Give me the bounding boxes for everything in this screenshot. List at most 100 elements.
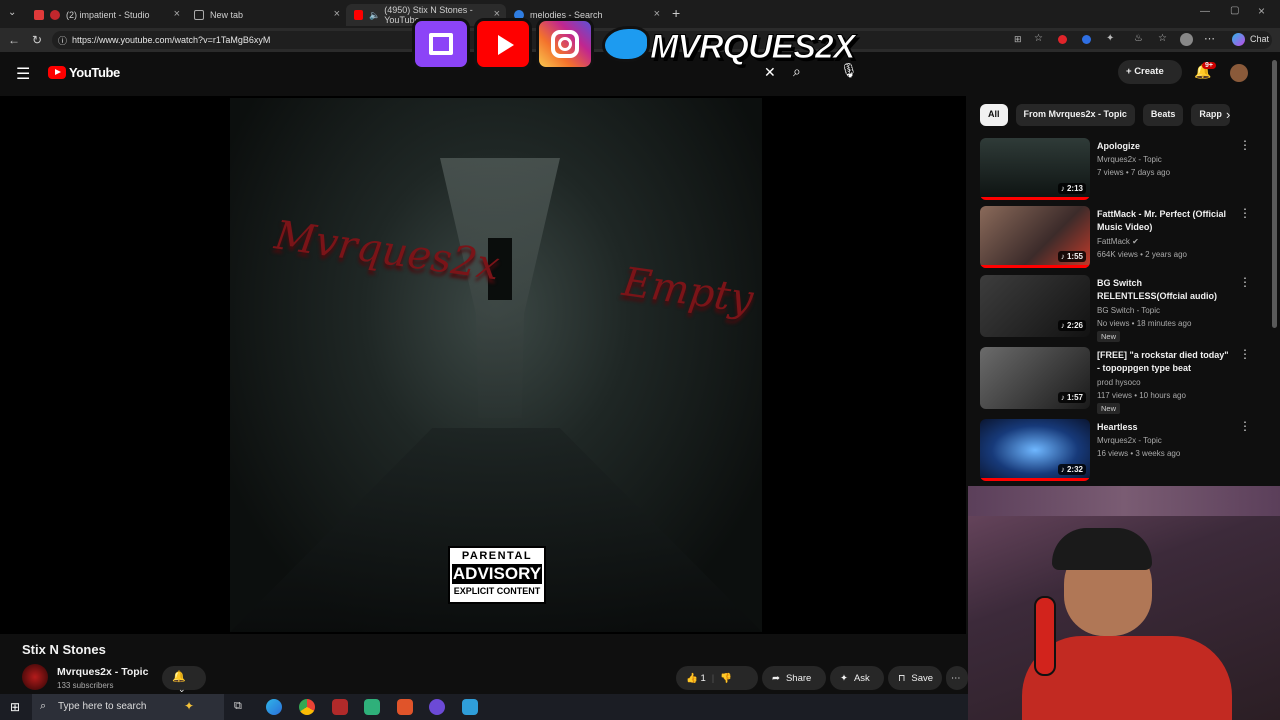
plus-icon: + <box>1126 66 1135 77</box>
list-item[interactable]: ♪ 1:55 FattMack - Mr. Perfect (Official … <box>980 206 1270 270</box>
video-thumbnail[interactable]: ♪ 1:55 <box>980 206 1090 268</box>
app-orange-icon[interactable] <box>397 699 413 715</box>
windows-taskbar: ⊞ ⌕ Type here to search ✦ ⧉ <box>0 694 968 720</box>
menu-hamburger-icon[interactable]: ☰ <box>16 64 30 84</box>
share-button[interactable]: ➦ Share <box>762 666 826 690</box>
chrome-icon[interactable] <box>299 699 315 715</box>
copilot-icon[interactable] <box>1232 33 1245 46</box>
channel-name[interactable]: FattMack ✔ <box>1097 235 1139 248</box>
microphone <box>1034 596 1056 676</box>
record-icon <box>50 10 60 20</box>
save-button[interactable]: ⊓ Save <box>888 666 942 690</box>
edge-icon[interactable] <box>266 699 282 715</box>
watched-progress-bar <box>980 478 1090 481</box>
channel-name[interactable]: Mvrques2x - Topic <box>1097 153 1162 166</box>
video-title[interactable]: Apologize <box>1097 140 1233 153</box>
collections-icon[interactable]: ☆ <box>1158 33 1167 44</box>
thumbs-up-icon: 👍 <box>686 672 698 684</box>
channel-name[interactable]: Mvrques2x - Topic <box>1097 434 1162 447</box>
app-red-icon[interactable] <box>332 699 348 715</box>
page-scrollbar[interactable] <box>1272 60 1277 328</box>
channel-name[interactable]: prod hysoco <box>1097 376 1141 389</box>
wall-posters <box>968 486 1280 516</box>
video-title[interactable]: FattMack - Mr. Perfect (Official Music V… <box>1097 208 1233 234</box>
chip-rapp[interactable]: Rapp <box>1191 104 1230 126</box>
channel-name[interactable]: Mvrques2x - Topic <box>57 666 148 678</box>
app-available-icon[interactable]: ⊞ <box>1014 34 1022 45</box>
more-horizontal-icon: ⋯ <box>951 672 961 684</box>
video-stats: 16 views • 3 weeks ago <box>1097 449 1181 458</box>
divider: | <box>711 672 715 684</box>
album-cover-art: Mvrques2x Empty PARENTAL ADVISORY EXPLIC… <box>230 98 762 632</box>
tab-list-chevron-icon[interactable]: ⌄ <box>8 7 16 18</box>
video-thumbnail[interactable]: ♪ 1:57 <box>980 347 1090 409</box>
bookmark-icon: ⊓ <box>898 672 906 684</box>
chevron-down-icon: ⌄ <box>178 684 186 694</box>
performance-icon[interactable]: ♨ <box>1134 33 1143 44</box>
list-item[interactable]: ♪ 1:57 [FREE] "a rockstar died today" - … <box>980 347 1270 414</box>
windows-start-icon[interactable]: ⊞ <box>10 700 20 714</box>
like-count: 1 <box>700 672 706 684</box>
reload-icon[interactable]: ↻ <box>32 33 42 47</box>
profile-avatar[interactable] <box>1180 33 1193 46</box>
channel-name[interactable]: BG Switch - Topic <box>1097 304 1160 317</box>
app-blue-icon[interactable] <box>462 699 478 715</box>
chip-all[interactable]: All <box>980 104 1008 126</box>
video-title[interactable]: [FREE] "a rockstar died today" - topoppg… <box>1097 349 1233 375</box>
create-button[interactable]: + Create <box>1118 60 1182 84</box>
video-stats: 664K views • 2 years ago <box>1097 250 1187 259</box>
more-vertical-icon[interactable]: ⋮ <box>1239 347 1251 361</box>
like-dislike-group: 👍 1 | 👎 <box>676 666 758 690</box>
video-title[interactable]: BG Switch RELENTLESS(Offcial audio) <box>1097 277 1233 303</box>
tab-new-tab[interactable]: New tab × <box>186 4 346 26</box>
close-tab-icon[interactable]: × <box>334 8 340 20</box>
speaker-icon[interactable]: 🔈 <box>369 10 380 21</box>
maximize-icon[interactable]: ▢ <box>1230 5 1239 16</box>
video-title[interactable]: Heartless <box>1097 421 1233 434</box>
twitch-icon <box>412 18 470 70</box>
list-item[interactable]: ♪ 2:32 Heartless Mvrques2x - Topic 16 vi… <box>980 419 1270 483</box>
list-item[interactable]: ♪ 2:13 Apologize Mvrques2x - Topic 7 vie… <box>980 138 1270 202</box>
video-thumbnail[interactable]: ♪ 2:26 <box>980 275 1090 337</box>
subscription-bell-button[interactable]: 🔔 ⌄ <box>162 666 206 694</box>
more-actions-button[interactable]: ⋯ <box>946 666 968 690</box>
video-thumbnail[interactable]: ♪ 2:32 <box>980 419 1090 481</box>
video-thumbnail[interactable]: ♪ 2:13 <box>980 138 1090 200</box>
subscriber-count: 133 subscribers <box>57 681 114 690</box>
like-button[interactable]: 👍 1 <box>686 673 706 684</box>
close-tab-icon[interactable]: × <box>174 8 180 20</box>
chip-beats[interactable]: Beats <box>1142 104 1184 126</box>
dislike-button[interactable]: 👎 <box>720 673 732 684</box>
more-vertical-icon[interactable]: ⋮ <box>1239 138 1251 152</box>
channel-avatar[interactable] <box>22 664 48 690</box>
extensions-puzzle-icon[interactable]: ✦ <box>1106 33 1114 44</box>
minimize-icon[interactable]: — <box>1200 6 1210 17</box>
taskbar-search-input[interactable]: ⌕ Type here to search ✦ <box>32 694 224 720</box>
more-vertical-icon[interactable]: ⋮ <box>1239 275 1251 289</box>
streamer-cap <box>1052 528 1152 570</box>
more-vertical-icon[interactable]: ⋮ <box>1239 419 1251 433</box>
task-view-icon[interactable]: ⧉ <box>234 700 242 713</box>
more-options-icon[interactable]: ⋯ <box>1204 32 1215 45</box>
close-window-icon[interactable]: × <box>1258 4 1265 18</box>
list-item[interactable]: ♪ 2:26 BG Switch RELENTLESS(Offcial audi… <box>980 275 1270 342</box>
advisory-line3: EXPLICIT CONTENT <box>453 586 541 596</box>
more-vertical-icon[interactable]: ⋮ <box>1239 206 1251 220</box>
account-avatar[interactable] <box>1230 64 1248 82</box>
ask-button[interactable]: ✦ Ask <box>830 666 884 690</box>
verified-check-icon: ✔ <box>1132 237 1139 246</box>
chevron-right-icon[interactable]: › <box>1226 107 1230 122</box>
site-info-icon[interactable]: ⓘ <box>58 34 67 47</box>
youtube-logo-text[interactable]: YouTube <box>69 65 120 80</box>
app-green-icon[interactable] <box>364 699 380 715</box>
extension-red-icon[interactable] <box>1058 35 1067 44</box>
extension-blue-icon[interactable] <box>1082 35 1091 44</box>
tab-studio[interactable]: (2) impatient - Studio × <box>26 4 186 26</box>
back-arrow-icon[interactable]: ← <box>8 33 20 47</box>
favorite-star-icon[interactable]: ☆ <box>1034 33 1043 44</box>
youtube-logo-icon[interactable] <box>48 66 66 79</box>
chip-from-channel[interactable]: From Mvrques2x - Topic <box>1015 104 1135 126</box>
app-purple-icon[interactable] <box>429 699 445 715</box>
tab-label: New tab <box>210 10 244 20</box>
chat-label[interactable]: Chat <box>1250 34 1269 44</box>
